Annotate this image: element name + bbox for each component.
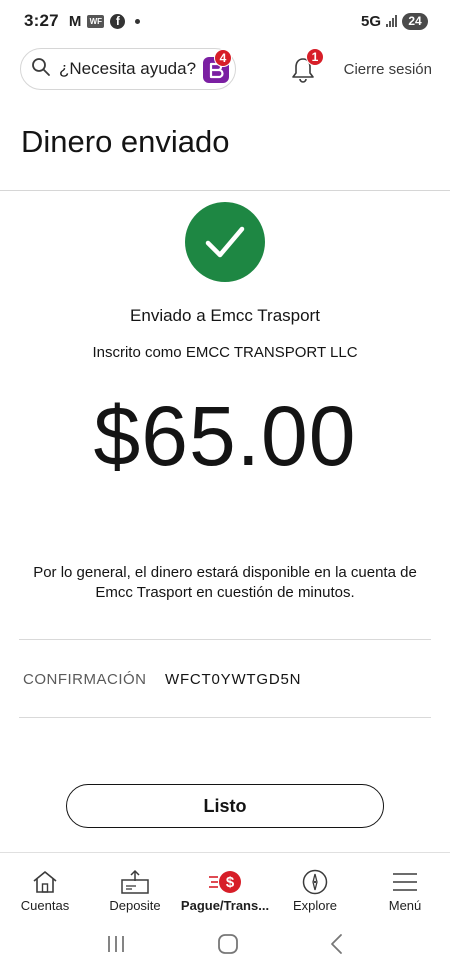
- notification-dot-icon: [135, 18, 141, 24]
- bottom-nav: Cuentas Deposite $ Pague/Trans... Explor…: [0, 852, 450, 918]
- nav-item-deposit[interactable]: Deposite: [90, 853, 180, 918]
- done-button[interactable]: Listo: [66, 784, 384, 828]
- svg-text:$: $: [226, 874, 235, 891]
- nav-label: Pague/Trans...: [180, 898, 270, 913]
- title-divider: [0, 190, 450, 191]
- nav-label: Deposite: [109, 898, 161, 913]
- notifications-button[interactable]: 1: [290, 48, 324, 84]
- screen: 3:27 M WF f 5G 24 ¿Necesita ayuda? 4 1 C…: [0, 0, 450, 975]
- nav-item-menu[interactable]: Menú: [360, 853, 450, 918]
- assistant-button[interactable]: 4: [203, 49, 232, 83]
- status-time: 3:27: [24, 11, 59, 30]
- bell-icon: [290, 58, 316, 88]
- nav-item-accounts[interactable]: Cuentas: [0, 853, 90, 918]
- system-nav-bar: [0, 918, 450, 975]
- notifications-count-badge: 1: [306, 48, 324, 66]
- nav-item-pay-transfer[interactable]: $ Pague/Trans...: [180, 853, 270, 918]
- deposit-icon: [120, 867, 150, 897]
- signal-icon: [386, 15, 397, 27]
- pay-transfer-icon: $: [207, 867, 243, 897]
- assistant-count-badge: 4: [214, 49, 232, 67]
- amount-sent: $65.00: [93, 389, 357, 483]
- confirmation-label: CONFIRMACIÓN: [23, 671, 147, 688]
- network-type: 5G: [360, 12, 381, 30]
- nav-item-explore[interactable]: Explore: [270, 853, 360, 918]
- status-right: 5G 24: [360, 12, 428, 30]
- divider: [19, 639, 431, 640]
- home-button-icon[interactable]: [217, 933, 239, 960]
- page-title: Dinero enviado: [21, 124, 230, 159]
- search-icon: [31, 57, 51, 82]
- battery-icon: 24: [402, 12, 428, 30]
- home-icon: [31, 867, 59, 897]
- nav-label: Cuentas: [20, 898, 70, 913]
- signout-link[interactable]: Cierre sesión: [344, 61, 432, 78]
- sent-to-text: Enviado a Emcc Trasport: [130, 306, 320, 325]
- availability-message: Por lo general, el dinero estará disponi…: [33, 564, 417, 601]
- compass-icon: [301, 867, 329, 897]
- gmail-icon: M: [68, 12, 82, 30]
- search-label: ¿Necesita ayuda?: [59, 59, 197, 78]
- confirmation-code: WFCT0YWTGD5N: [165, 671, 302, 688]
- wf-icon: WF: [87, 14, 105, 28]
- back-icon[interactable]: [329, 933, 345, 960]
- enrolled-as-text: Inscrito como EMCC TRANSPORT LLC: [92, 344, 358, 361]
- divider: [19, 717, 431, 718]
- status-left: 3:27 M WF f: [24, 11, 141, 31]
- success-check-icon: [185, 202, 265, 282]
- recent-apps-icon[interactable]: [105, 934, 127, 959]
- status-bar: 3:27 M WF f 5G 24: [0, 0, 450, 42]
- nav-label: Explore: [292, 898, 338, 913]
- facebook-icon: f: [110, 13, 126, 29]
- nav-label: Menú: [388, 898, 422, 913]
- menu-icon: [391, 867, 419, 897]
